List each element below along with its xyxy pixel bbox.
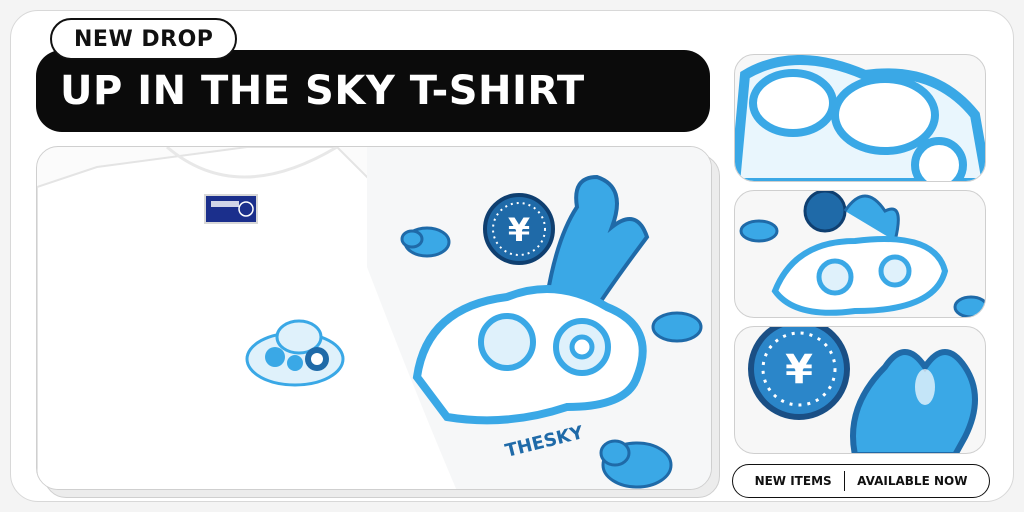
- neck-label: [204, 194, 258, 224]
- neck-label-text-line: [211, 201, 239, 207]
- availability-pill: NEW ITEMS AVAILABLE NOW: [732, 464, 990, 498]
- coin-symbol: ¥: [508, 211, 530, 249]
- detail-thumbnail-1: [734, 54, 986, 182]
- graphic-midshot-illustration: [739, 191, 985, 317]
- cloud-icon: [400, 226, 451, 258]
- cloud-icon: [651, 311, 703, 343]
- detail-thumbnail-3: ¥: [734, 326, 986, 454]
- detail-thumbnail-2: [734, 190, 986, 318]
- new-drop-label: NEW DROP: [74, 26, 214, 52]
- pill-divider: [843, 471, 846, 491]
- tshirt-illustration: ¥ THESKY: [37, 147, 711, 489]
- coin-hand-closeup-illustration: ¥: [748, 327, 978, 453]
- title-banner: UP IN THE SKY T-SHIRT: [36, 50, 710, 132]
- cloud-icon: [599, 439, 673, 489]
- main-product-photo: ¥ THESKY: [36, 146, 712, 490]
- product-title: UP IN THE SKY T-SHIRT: [60, 68, 585, 114]
- new-drop-badge: NEW DROP: [50, 18, 238, 60]
- new-items-label: NEW ITEMS: [754, 474, 832, 488]
- coin-icon: ¥: [483, 193, 555, 265]
- coin-symbol: ¥: [785, 347, 813, 393]
- logo-closeup-illustration: [735, 55, 985, 181]
- available-now-label: AVAILABLE NOW: [857, 474, 968, 488]
